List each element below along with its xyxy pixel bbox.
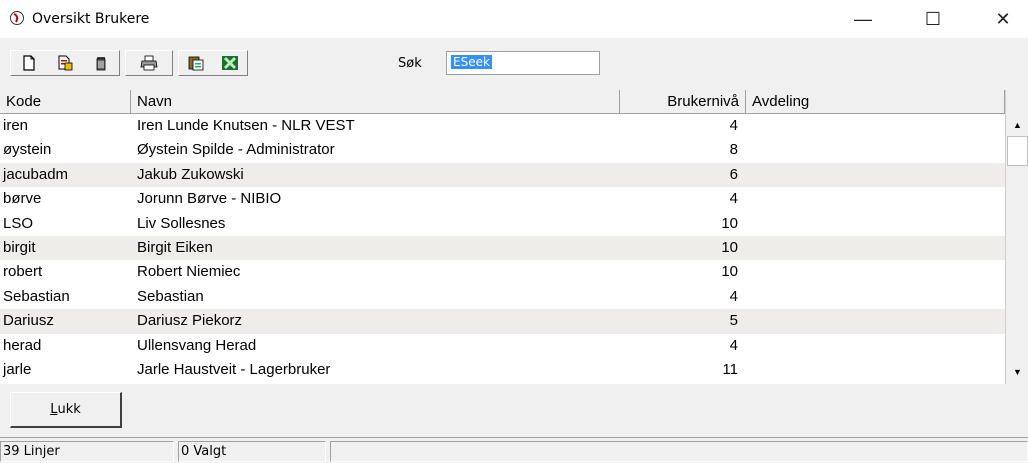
edit-doc-icon[interactable] — [47, 51, 83, 75]
search-input-value: ESeek — [451, 55, 492, 69]
table-row[interactable]: børve Jorunn Børve - NIBIO 4 — [0, 187, 1005, 211]
cell-brukerniva: 4 — [729, 117, 738, 134]
toolbar-group-edit — [10, 50, 120, 76]
title-bar: Oversikt Brukere — ☐ ✕ — [0, 0, 1028, 38]
cell-kode: jacubadm — [3, 165, 69, 183]
cell-kode: robert — [3, 263, 43, 281]
cell-navn: Jorunn Børve - NIBIO — [137, 190, 282, 208]
window-title: Oversikt Brukere — [32, 11, 150, 27]
cell-kode: jarle — [3, 360, 32, 378]
close-button-label: ukk — [57, 402, 81, 417]
search-input[interactable]: ESeek — [446, 51, 600, 75]
table-row[interactable]: jacubadm Jakub Zukowski 6 — [0, 162, 1005, 188]
cell-kode: birgit — [3, 238, 36, 256]
column-header-avdeling[interactable]: Avdeling — [746, 90, 1005, 114]
table-row[interactable]: Dariusz Dariusz Piekorz 5 — [0, 309, 1005, 334]
close-window-button[interactable]: ✕ — [980, 0, 1026, 38]
excel-icon[interactable] — [213, 51, 247, 75]
table-row[interactable]: herad Ullensvang Herad 4 — [0, 334, 1005, 358]
cell-navn: Iren Lunde Knutsen - NLR VEST — [137, 117, 355, 134]
table-row[interactable]: øystein Øystein Spilde - Administrator 8 — [0, 138, 1005, 162]
cell-brukerniva: 5 — [729, 312, 738, 330]
cell-brukerniva: 11 — [722, 360, 738, 378]
status-selected-count: 0 Valgt — [178, 441, 326, 462]
copy-icon[interactable] — [179, 51, 213, 75]
cell-kode: Sebastian — [3, 287, 70, 305]
new-doc-icon[interactable] — [11, 51, 47, 75]
table-row[interactable]: Sebastian Sebastian 4 — [0, 285, 1005, 309]
grid-rows: iren Iren Lunde Knutsen - NLR VEST 4 øystei… — [0, 114, 1005, 382]
cell-brukerniva: 10 — [721, 263, 738, 281]
cell-kode: iren — [3, 117, 29, 134]
toolbar-group-print — [125, 50, 173, 76]
cell-brukerniva: 10 — [721, 214, 738, 232]
close-button-mnemonic: L — [50, 402, 58, 417]
grid-header: Kode Navn Brukernivå Avdeling — [0, 90, 1005, 114]
cell-brukerniva: 8 — [729, 141, 738, 159]
delete-icon[interactable] — [83, 51, 119, 75]
column-header-kode[interactable]: Kode — [0, 90, 131, 114]
minimize-button[interactable]: — — [840, 0, 886, 38]
column-header-brukerniva[interactable]: Brukernivå — [620, 90, 746, 114]
cell-brukerniva: 4 — [729, 336, 738, 354]
cell-navn: Ullensvang Herad — [137, 336, 257, 354]
users-grid[interactable]: Kode Navn Brukernivå Avdeling iren Iren L… — [0, 90, 1005, 384]
cell-navn: Øystein Spilde - Administrator — [137, 141, 335, 159]
scrollbar-thumb[interactable] — [1007, 136, 1028, 166]
table-row[interactable]: birgit Birgit Eiken 10 — [0, 235, 1005, 261]
cell-navn: Robert Niemiec — [137, 263, 241, 281]
cell-brukerniva: 10 — [721, 238, 738, 256]
maximize-button[interactable]: ☐ — [910, 0, 956, 38]
cell-navn: Jarle Haustveit - Lagerbruker — [137, 360, 331, 378]
toolbar: Søk ESeek — [0, 40, 1028, 90]
cell-kode: LSO — [3, 214, 34, 232]
table-row[interactable]: LSO Liv Sollesnes 10 — [0, 212, 1005, 236]
table-row[interactable]: jarle Jarle Haustveit - Lagerbruker 11 — [0, 358, 1005, 382]
cell-brukerniva: 4 — [729, 190, 738, 208]
status-extra — [330, 441, 1028, 462]
search-label: Søk — [398, 56, 422, 71]
status-bar: 39 Linjer 0 Valgt — [0, 437, 1028, 463]
cell-navn: Jakub Zukowski — [137, 165, 244, 183]
vertical-scrollbar[interactable]: ▲ ▼ — [1005, 90, 1028, 384]
table-row[interactable]: robert Robert Niemiec 10 — [0, 260, 1005, 284]
print-icon[interactable] — [126, 51, 172, 75]
status-line-count: 39 Linjer — [0, 441, 174, 462]
cell-kode: Dariusz — [3, 312, 54, 330]
cell-navn: Liv Sollesnes — [137, 214, 226, 232]
cell-brukerniva: 6 — [729, 165, 738, 183]
column-header-navn[interactable]: Navn — [131, 90, 620, 114]
cell-navn: Dariusz Piekorz — [137, 312, 243, 330]
close-button[interactable]: Lukk — [10, 392, 122, 428]
cell-navn: Birgit Eiken — [137, 238, 213, 256]
toolbar-group-export — [178, 50, 248, 76]
cell-navn: Sebastian — [137, 287, 204, 305]
scroll-up-icon[interactable]: ▲ — [1006, 115, 1028, 135]
cell-kode: herad — [3, 336, 42, 354]
cell-brukerniva: 4 — [729, 287, 738, 305]
cell-kode: øystein — [3, 141, 52, 159]
app-icon — [10, 11, 24, 25]
cell-kode: børve — [3, 190, 42, 208]
table-row[interactable]: iren Iren Lunde Knutsen - NLR VEST 4 — [0, 114, 1005, 138]
scroll-down-icon[interactable]: ▼ — [1006, 362, 1028, 382]
